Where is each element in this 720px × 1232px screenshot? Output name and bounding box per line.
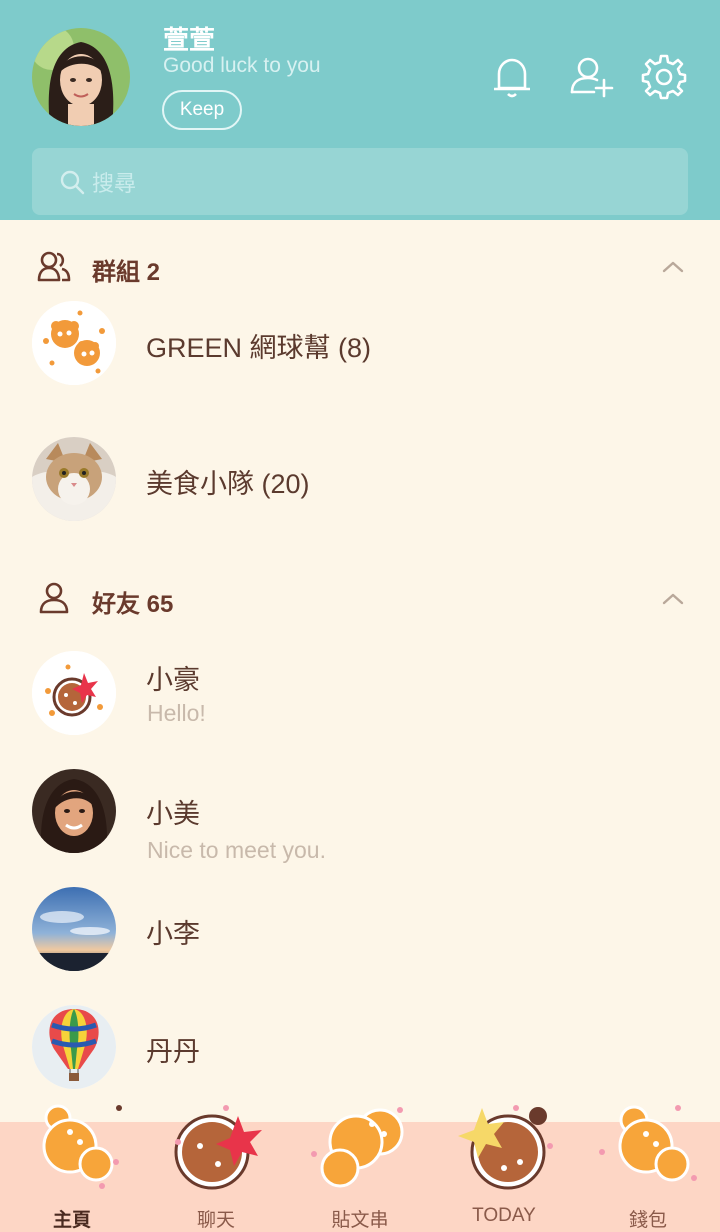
- search-placeholder: 搜尋: [92, 171, 137, 196]
- profile-header: 萱萱 Good luck to you Keep 搜尋: [0, 0, 720, 220]
- chat-tab-icon: [174, 1105, 262, 1190]
- profile-name: 萱萱: [163, 25, 216, 55]
- friend-list-item[interactable]: 小美 Nice to meet you.: [0, 752, 720, 870]
- friend-avatar: [32, 887, 116, 971]
- tab-chat[interactable]: 聊天: [144, 1102, 288, 1232]
- group-list-item[interactable]: GREEN 網球幫 (8): [0, 284, 720, 402]
- tab-timeline[interactable]: 貼文串: [288, 1102, 432, 1232]
- group-icon: [37, 251, 71, 282]
- friend-icon: [39, 582, 69, 614]
- bottom-tab-bar: 主頁 聊天 貼文串 TODAY 錢包: [0, 1104, 720, 1232]
- friend-status-message: Nice to meet you.: [147, 837, 326, 863]
- tab-label: 錢包: [628, 1210, 667, 1231]
- friend-name: 小美: [146, 799, 200, 829]
- tab-wallet[interactable]: 錢包: [576, 1102, 720, 1232]
- group-name: GREEN 網球幫 (8): [146, 333, 372, 363]
- keep-button[interactable]: Keep: [162, 90, 242, 130]
- settings-icon[interactable]: [639, 52, 689, 102]
- groups-section-title: 群組 2: [92, 259, 161, 286]
- friend-avatar: [32, 769, 116, 853]
- friend-list-item[interactable]: 小豪 Hello!: [0, 634, 720, 752]
- wallet-tab-icon: [599, 1105, 697, 1182]
- tab-today[interactable]: TODAY: [432, 1102, 576, 1232]
- today-tab-icon: [458, 1105, 553, 1190]
- friend-name: 小李: [146, 919, 200, 949]
- friend-list-item[interactable]: 小李: [0, 870, 720, 988]
- tab-label: 貼文串: [331, 1210, 389, 1231]
- friend-avatar: [32, 1005, 116, 1089]
- tab-label: TODAY: [472, 1205, 536, 1226]
- tab-label: 主頁: [52, 1210, 91, 1231]
- search-icon: [60, 170, 85, 195]
- timeline-tab-icon: [311, 1107, 404, 1188]
- friend-name: 小豪: [146, 665, 200, 695]
- chevron-up-icon[interactable]: [660, 254, 686, 280]
- friend-status-message: Hello!: [147, 700, 206, 726]
- tab-home[interactable]: 主頁: [0, 1102, 144, 1232]
- group-name: 美食小隊 (20): [146, 469, 310, 499]
- friend-avatar: [32, 651, 116, 735]
- group-avatar: [32, 301, 116, 385]
- group-list-item[interactable]: 美食小隊 (20): [0, 420, 720, 538]
- friends-section-header[interactable]: 好友 65: [0, 568, 720, 628]
- group-avatar: [32, 437, 116, 521]
- home-tab-icon: [42, 1104, 122, 1189]
- friend-list-item[interactable]: 丹丹: [0, 988, 720, 1106]
- my-avatar[interactable]: [32, 28, 130, 126]
- search-input[interactable]: 搜尋: [32, 148, 688, 215]
- friend-name: 丹丹: [146, 1037, 200, 1067]
- bell-icon[interactable]: [487, 52, 537, 102]
- profile-status-message[interactable]: Good luck to you: [163, 54, 321, 78]
- add-friend-icon[interactable]: [566, 52, 616, 102]
- friends-section-title: 好友 65: [92, 591, 174, 618]
- tab-label: 聊天: [196, 1210, 235, 1231]
- chevron-up-icon[interactable]: [660, 586, 686, 612]
